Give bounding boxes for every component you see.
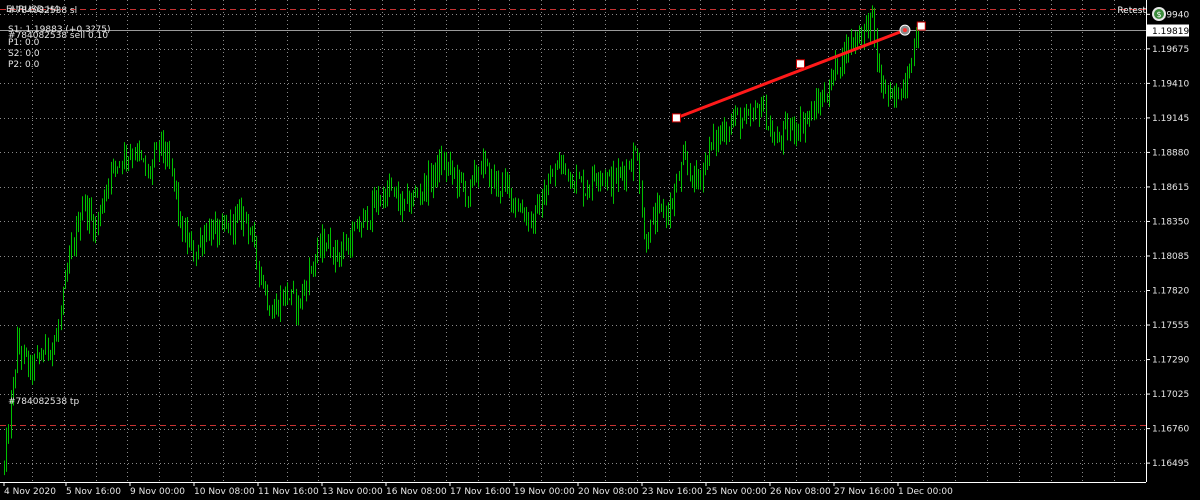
x-tick-label: 11 Nov 16:00 [258,487,319,497]
x-tick-label: 25 Nov 00:00 [706,487,767,497]
trend-line-end-handle[interactable] [916,21,926,31]
x-tick-label: 5 Nov 16:00 [66,487,121,497]
x-tick-label: 27 Nov 16:00 [834,487,895,497]
y-tick-label: 1.19675 [1152,45,1189,55]
money-bag-icon[interactable]: $ [1150,4,1168,22]
trend-line[interactable] [675,28,906,120]
x-tick-label: 13 Nov 00:00 [322,487,383,497]
x-tick-label: 10 Nov 08:00 [194,487,255,497]
trend-line-group [671,21,926,123]
candle-series [4,5,919,476]
level-lines [0,9,1146,426]
sl-label: #784082538 sl [8,6,78,16]
y-tick-label: 1.18615 [1152,183,1189,193]
order-marker-dot [902,28,907,33]
svg-text:$: $ [1156,10,1161,19]
y-tick-label: 1.17290 [1152,356,1189,366]
x-tick-label: 16 Nov 08:00 [386,487,447,497]
y-tick-label: 1.18085 [1152,252,1189,262]
x-tick-label: 9 Nov 00:00 [130,487,185,497]
y-tick-label: 1.18880 [1152,148,1189,158]
trend-line-mid-handle[interactable] [795,59,805,69]
y-tick-label: 1.16760 [1152,425,1189,435]
y-tick-label: 1.18350 [1152,217,1189,227]
y-tick-label: 1.16495 [1152,459,1189,469]
x-tick-label: 23 Nov 16:00 [642,487,703,497]
x-tick-label: 26 Nov 08:00 [770,487,831,497]
s2-label: S2: 0.0 [8,49,40,59]
y-tick-label: 1.17820 [1152,287,1189,297]
chart-grid [0,0,1146,482]
tp-label: #784082538 tp [8,397,80,407]
x-tick-label: 4 Nov 2020 [4,487,56,497]
p2-label: P2: 0.0 [8,60,40,70]
y-tick-label: 1.19145 [1152,114,1189,124]
p1-label: P1: 0.0 [8,38,40,48]
x-tick-label: 17 Nov 16:00 [450,487,511,497]
y-tick-label: 1.17025 [1152,390,1189,400]
y-tick-label: 1.19410 [1152,79,1189,89]
s1-label: S1: 1.19883 (+0.3?75) [8,25,111,35]
trend-line-start-handle[interactable] [671,113,681,123]
retest-button[interactable]: Retest [1117,6,1146,16]
current-price-label: 1.19819 [1152,27,1189,37]
y-tick-label: 1.17555 [1152,321,1189,331]
x-tick-label: 19 Nov 00:00 [514,487,575,497]
chart-axes: 1.199401.196751.194101.191451.188801.186… [0,0,1189,497]
price-chart[interactable]: 1.199401.196751.194101.191451.188801.186… [0,0,1200,500]
x-tick-label: 1 Dec 00:00 [898,487,953,497]
x-tick-label: 20 Nov 08:00 [578,487,639,497]
